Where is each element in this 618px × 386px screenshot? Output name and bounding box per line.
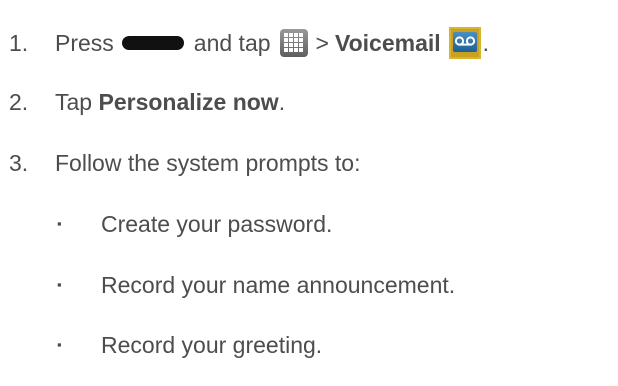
personalize-now-label: Personalize now (98, 89, 279, 115)
step-number: 3. (9, 150, 29, 176)
bullet-marker: ▪ (57, 216, 62, 231)
step-number: 1. (9, 30, 29, 56)
apps-grid-icon (279, 29, 308, 57)
bullet-item: ▪ Create your password. (0, 210, 332, 238)
step-text-and-tap: and tap (193, 30, 271, 56)
step-2: 2. Tap Personalize now. (0, 88, 285, 116)
step-text: Follow the system prompts to: (55, 150, 361, 176)
bullet-marker: ▪ (57, 337, 62, 352)
bullet-text: Create your password. (101, 211, 333, 237)
step-1: 1. Press and tap > Voicemail . (0, 27, 489, 59)
bullet-text: Record your name announcement. (101, 272, 456, 298)
step-number: 2. (9, 89, 29, 115)
step-text-press: Press (55, 30, 114, 56)
bullet-item: ▪ Record your name announcement. (0, 271, 455, 299)
home-key-icon (121, 36, 184, 50)
step-end: . (482, 30, 490, 56)
bullet-text: Record your greeting. (101, 332, 323, 358)
voicemail-label: Voicemail (334, 30, 441, 56)
step-text-tap: Tap (55, 89, 93, 115)
instruction-document: 1. Press and tap > Voicemail . 2. Tap Pe… (0, 0, 618, 386)
bullet-marker: ▪ (57, 277, 62, 292)
bullet-item: ▪ Record your greeting. (0, 331, 322, 359)
step-3: 3. Follow the system prompts to: (0, 149, 361, 177)
menu-separator: > (315, 30, 329, 56)
step-end: . (278, 89, 286, 115)
voicemail-icon (448, 27, 481, 59)
